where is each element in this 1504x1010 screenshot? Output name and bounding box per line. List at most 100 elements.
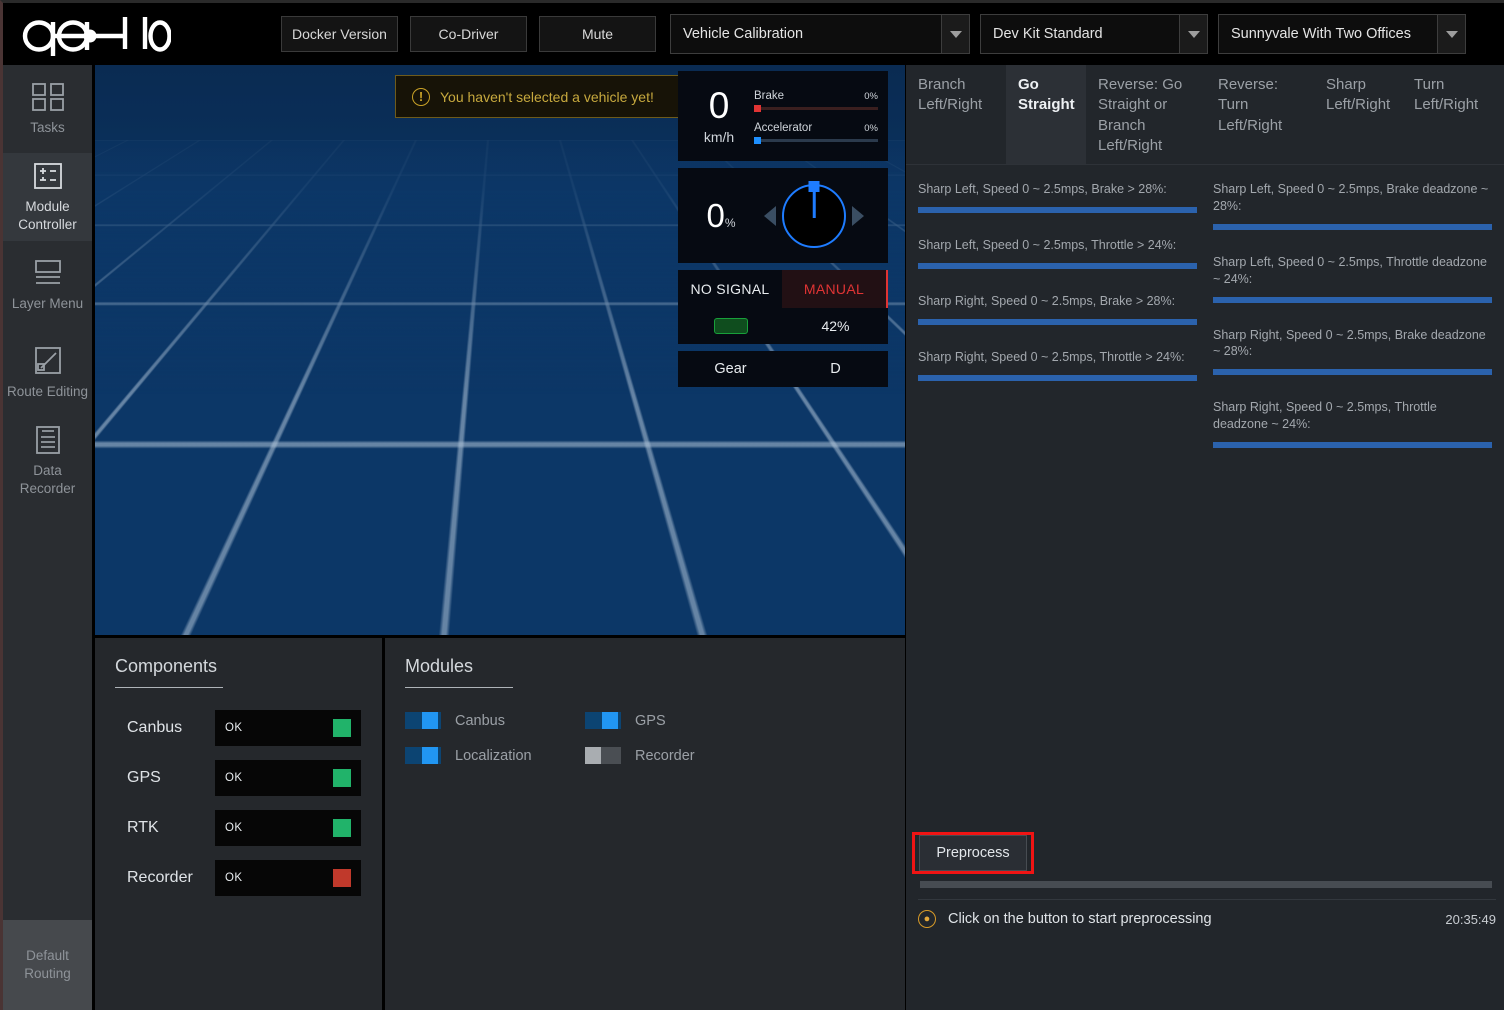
co-driver-button[interactable]: Co-Driver bbox=[410, 16, 527, 52]
ego-vehicle-icon bbox=[585, 500, 601, 522]
component-name: Canbus bbox=[127, 719, 183, 736]
tab-sharp-left-right[interactable]: Sharp Left/Right bbox=[1314, 65, 1402, 164]
progress-label: Sharp Left, Speed 0 ~ 2.5mps, Brake > 28… bbox=[918, 182, 1167, 196]
modules-list: Canbus GPS Localization Recorder bbox=[405, 712, 885, 764]
sidebar-item-data-recorder[interactable]: Data Recorder bbox=[3, 417, 92, 505]
component-status-text: OK bbox=[225, 872, 243, 884]
component-row: GPS OK bbox=[115, 760, 362, 796]
component-row: RTK OK bbox=[115, 810, 362, 846]
module-toggle-recorder[interactable]: Recorder bbox=[585, 747, 765, 764]
pedal-group: Brake 0% Accelerator 0% bbox=[750, 90, 878, 144]
module-toggle-gps[interactable]: GPS bbox=[585, 712, 765, 729]
docker-version-button[interactable]: Docker Version bbox=[281, 16, 398, 52]
steering-panel: 0% bbox=[678, 168, 888, 263]
module-label: GPS bbox=[635, 712, 666, 729]
warning-icon: ! bbox=[412, 87, 430, 106]
status-indicator bbox=[333, 769, 351, 787]
sidebar-item-layer-menu[interactable]: Layer Menu bbox=[3, 241, 92, 329]
component-name: Recorder bbox=[127, 869, 193, 886]
progress-bar bbox=[918, 318, 1197, 325]
sidebar-item-tasks[interactable]: Tasks bbox=[3, 65, 92, 153]
left-sidebar: Tasks Module Controller Layer Menu Route… bbox=[3, 65, 92, 1010]
brake-indicator bbox=[754, 105, 761, 112]
module-toggle-localization[interactable]: Localization bbox=[405, 747, 585, 764]
chevron-down-icon[interactable] bbox=[1437, 15, 1465, 53]
mute-button[interactable]: Mute bbox=[539, 16, 656, 52]
progress-label: Sharp Right, Speed 0 ~ 2.5mps, Throttle … bbox=[918, 349, 1185, 364]
map-select[interactable]: Sunnyvale With Two Offices bbox=[1218, 14, 1466, 54]
components-title: Components bbox=[115, 656, 223, 688]
progress-label: Sharp Right, Speed 0 ~ 2.5mps, Brake dea… bbox=[1213, 327, 1486, 359]
progress-bar bbox=[918, 374, 1197, 381]
progress-bar bbox=[1213, 223, 1492, 230]
warning-text: You haven't selected a vehicle yet! bbox=[440, 88, 654, 105]
brake-label: Brake bbox=[754, 90, 785, 102]
apollo-logo bbox=[21, 12, 181, 56]
route-editing-icon bbox=[30, 345, 66, 377]
header-button-group: Docker Version Co-Driver Mute bbox=[281, 16, 656, 52]
accelerator-value: 0% bbox=[864, 123, 878, 134]
accelerator-pedal: Accelerator 0% bbox=[754, 122, 878, 144]
brake-value: 0% bbox=[864, 91, 878, 102]
status-indicator bbox=[333, 719, 351, 737]
sidebar-item-route-editing[interactable]: Route Editing bbox=[3, 329, 92, 417]
toggle-switch[interactable] bbox=[585, 747, 621, 764]
component-row: Recorder OK bbox=[115, 860, 362, 896]
bell-icon: ● bbox=[918, 910, 936, 928]
progress-label: Sharp Left, Speed 0 ~ 2.5mps, Throttle >… bbox=[918, 237, 1177, 252]
module-label: Localization bbox=[455, 747, 532, 764]
modules-panel: Modules Canbus GPS Localization Recorder bbox=[385, 638, 905, 1010]
mode-select[interactable]: Vehicle Calibration bbox=[670, 14, 970, 54]
console-divider bbox=[918, 899, 1496, 900]
calibration-panel: Branch Left/Right Go Straight Reverse: G… bbox=[906, 65, 1504, 1010]
tab-reverse-go-straight-or-branch[interactable]: Reverse: Go Straight or Branch Left/Righ… bbox=[1086, 65, 1206, 164]
drive-mode-status: MANUAL bbox=[782, 270, 888, 308]
module-toggle-canbus[interactable]: Canbus bbox=[405, 712, 585, 729]
steering-wheel-icon bbox=[782, 180, 846, 248]
progress-bar bbox=[1213, 296, 1492, 303]
preprocess-button[interactable]: Preprocess bbox=[919, 835, 1027, 871]
component-name: GPS bbox=[127, 769, 161, 786]
vehicle-select[interactable]: Dev Kit Standard bbox=[980, 14, 1208, 54]
sidebar-item-module-controller[interactable]: Module Controller bbox=[3, 153, 92, 241]
sidebar-item-label: Layer Menu bbox=[11, 295, 84, 311]
speed-value: 0 bbox=[708, 85, 730, 126]
toggle-switch[interactable] bbox=[405, 712, 441, 729]
grid-icon bbox=[30, 81, 66, 113]
speed-and-pedals-panel: 0 km/h Brake 0% Accelerator 0% bbox=[678, 71, 888, 161]
progress-bar bbox=[1213, 442, 1492, 448]
console-timestamp: 20:35:49 bbox=[1445, 911, 1496, 927]
status-indicator bbox=[333, 869, 351, 887]
mode-select-value: Vehicle Calibration bbox=[683, 26, 804, 42]
toggle-switch[interactable] bbox=[585, 712, 621, 729]
tab-turn-left-right[interactable]: Turn Left/Right bbox=[1402, 65, 1502, 164]
component-status: OK bbox=[215, 860, 361, 896]
accelerator-indicator bbox=[754, 137, 761, 144]
vehicle-status-hud: 0 km/h Brake 0% Accelerator 0% 0% NO SIG… bbox=[678, 71, 888, 394]
progress-item: Sharp Left, Speed 0 ~ 2.5mps, Brake > 28… bbox=[918, 181, 1197, 213]
progress-bar bbox=[1213, 369, 1492, 376]
chevron-down-icon[interactable] bbox=[1179, 15, 1207, 53]
components-list: Canbus OK GPS OK RTK OK Recorder OK bbox=[115, 710, 362, 896]
component-row: Canbus OK bbox=[115, 710, 362, 746]
chevron-down-icon[interactable] bbox=[941, 15, 969, 53]
progress-item: Sharp Right, Speed 0 ~ 2.5mps, Brake dea… bbox=[1213, 327, 1492, 376]
tab-branch-left-right[interactable]: Branch Left/Right bbox=[906, 65, 1006, 164]
steering-value: 0 bbox=[706, 197, 725, 234]
sidebar-spacer bbox=[3, 505, 92, 920]
sidebar-item-label: Data Recorder bbox=[19, 462, 76, 496]
accelerator-track bbox=[754, 137, 878, 144]
progress-item: Sharp Right, Speed 0 ~ 2.5mps, Throttle … bbox=[918, 349, 1197, 381]
tab-reverse-turn-left-right[interactable]: Reverse: Turn Left/Right bbox=[1206, 65, 1314, 164]
speed-readout: 0 km/h bbox=[688, 87, 750, 145]
modules-title: Modules bbox=[405, 656, 513, 688]
default-routing-button[interactable]: Default Routing bbox=[3, 920, 92, 1010]
accelerator-label: Accelerator bbox=[754, 122, 813, 134]
console-progress-bar bbox=[920, 881, 1492, 888]
tab-go-straight[interactable]: Go Straight bbox=[1006, 65, 1086, 164]
layers-icon bbox=[30, 257, 66, 289]
console-message: Click on the button to start preprocessi… bbox=[948, 911, 1212, 927]
progress-area: Sharp Left, Speed 0 ~ 2.5mps, Brake > 28… bbox=[906, 165, 1504, 472]
sidebar-item-label: Module Controller bbox=[18, 198, 77, 232]
toggle-switch[interactable] bbox=[405, 747, 441, 764]
